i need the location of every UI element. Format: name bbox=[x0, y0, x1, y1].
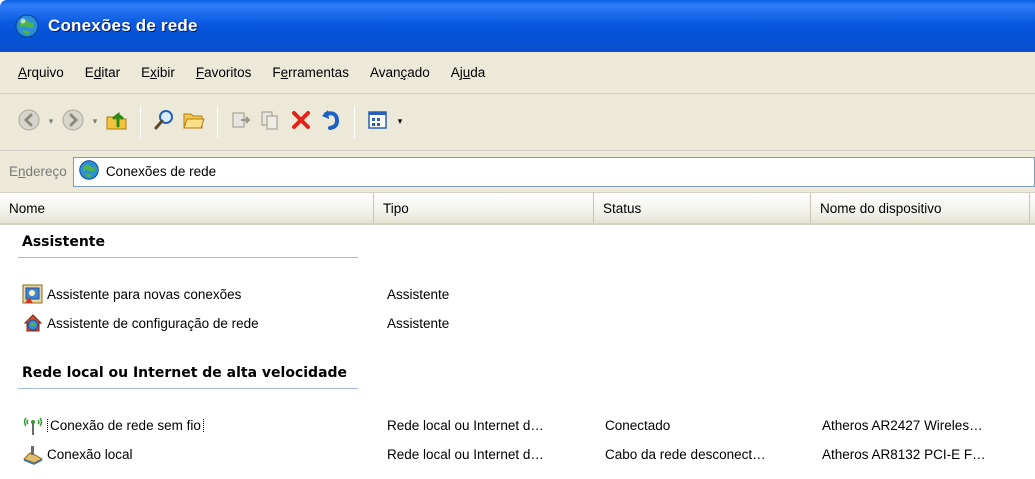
list-item[interactable]: Conexão local Rede local ou Internet d… … bbox=[22, 441, 1032, 467]
toolbar-separator bbox=[354, 106, 355, 138]
undo-icon bbox=[319, 108, 343, 136]
network-connections-icon bbox=[14, 13, 40, 39]
connections-list: Assistente Assistente para novas conexõe… bbox=[0, 225, 1035, 479]
address-bar: Endereço Conexões de rede bbox=[0, 151, 1035, 193]
folder-up-icon bbox=[104, 107, 130, 137]
undo-button[interactable] bbox=[316, 106, 346, 138]
views-dropdown-icon[interactable]: ▾ bbox=[393, 117, 407, 127]
back-button[interactable] bbox=[14, 106, 44, 138]
search-button[interactable] bbox=[149, 106, 179, 138]
address-label: Endereço bbox=[9, 164, 67, 179]
item-nome: Conexão de rede sem fio bbox=[47, 417, 389, 433]
item-tipo: Assistente bbox=[387, 315, 450, 331]
item-nome: Assistente para novas conexões bbox=[47, 286, 242, 302]
search-icon bbox=[152, 108, 176, 136]
menu-ferramentas[interactable]: Ferramentas bbox=[272, 65, 349, 80]
list-item[interactable]: Assistente para novas conexões Assistent… bbox=[22, 281, 1032, 307]
column-status[interactable]: Status bbox=[594, 193, 811, 223]
views-button[interactable] bbox=[363, 106, 393, 138]
network-connections-icon bbox=[78, 159, 100, 185]
forward-arrow-icon bbox=[61, 108, 85, 136]
group-divider bbox=[18, 388, 358, 389]
menu-bar: Arquivo Editar Exibir Favoritos Ferramen… bbox=[0, 52, 1035, 94]
group-title: Rede local ou Internet de alta velocidad… bbox=[22, 365, 348, 381]
group-divider bbox=[18, 257, 358, 258]
menu-ajuda[interactable]: Ajuda bbox=[451, 65, 486, 80]
move-to-button[interactable] bbox=[226, 106, 256, 138]
forward-dropdown-icon[interactable]: ▾ bbox=[88, 117, 102, 127]
network-setup-wizard-icon bbox=[22, 312, 44, 334]
list-item[interactable]: Assistente de configuração de rede Assis… bbox=[22, 310, 1032, 336]
column-tipo[interactable]: Tipo bbox=[374, 193, 594, 223]
back-dropdown-icon[interactable]: ▾ bbox=[44, 117, 58, 127]
menu-favoritos[interactable]: Favoritos bbox=[196, 65, 252, 80]
address-field[interactable]: Conexões de rede bbox=[72, 156, 1035, 187]
toolbar-separator bbox=[140, 106, 141, 138]
item-tipo: Rede local ou Internet d… bbox=[387, 446, 544, 462]
views-icon bbox=[366, 108, 390, 136]
group-title: Assistente bbox=[22, 234, 105, 250]
menu-exibir[interactable]: Exibir bbox=[141, 65, 175, 80]
column-nome[interactable]: Nome bbox=[0, 193, 374, 223]
folders-icon bbox=[182, 108, 206, 136]
column-dispositivo[interactable]: Nome do dispositivo bbox=[811, 193, 1030, 223]
move-to-icon bbox=[229, 108, 253, 136]
list-item[interactable]: Conexão de rede sem fio Rede local ou In… bbox=[22, 412, 1032, 438]
delete-button[interactable] bbox=[286, 106, 316, 138]
up-button[interactable] bbox=[102, 106, 132, 138]
wireless-network-icon bbox=[22, 414, 44, 436]
item-nome: Conexão local bbox=[47, 446, 133, 462]
menu-avancado[interactable]: Avançado bbox=[370, 65, 430, 80]
item-nome: Assistente de configuração de rede bbox=[47, 315, 259, 331]
item-tipo: Rede local ou Internet d… bbox=[387, 417, 544, 433]
copy-to-button[interactable] bbox=[256, 106, 286, 138]
local-area-connection-icon bbox=[22, 443, 44, 465]
copy-to-icon bbox=[259, 108, 283, 136]
window-title: Conexões de rede bbox=[48, 16, 198, 35]
forward-button[interactable] bbox=[58, 106, 88, 138]
item-tipo: Assistente bbox=[387, 286, 450, 302]
item-status: Conectado bbox=[605, 417, 671, 433]
column-header: Nome Tipo Status Nome do dispositivo bbox=[0, 193, 1035, 225]
focused-label: Conexão de rede sem fio bbox=[47, 417, 204, 433]
new-connection-wizard-icon bbox=[22, 283, 44, 305]
address-value: Conexões de rede bbox=[105, 164, 217, 179]
delete-icon bbox=[289, 108, 313, 136]
title-bar[interactable]: Conexões de rede bbox=[0, 0, 1035, 52]
folders-button[interactable] bbox=[179, 106, 209, 138]
item-dispositivo: Atheros AR2427 Wireles… bbox=[822, 417, 983, 433]
item-dispositivo: Atheros AR8132 PCI-E F… bbox=[822, 446, 986, 462]
menu-editar[interactable]: Editar bbox=[85, 65, 120, 80]
toolbar-separator bbox=[217, 106, 218, 138]
back-arrow-icon bbox=[17, 108, 41, 136]
toolbar: ▾ ▾ ▾ bbox=[0, 94, 1035, 151]
menu-arquivo[interactable]: Arquivo bbox=[18, 65, 64, 80]
item-status: Cabo da rede desconect… bbox=[605, 446, 766, 462]
